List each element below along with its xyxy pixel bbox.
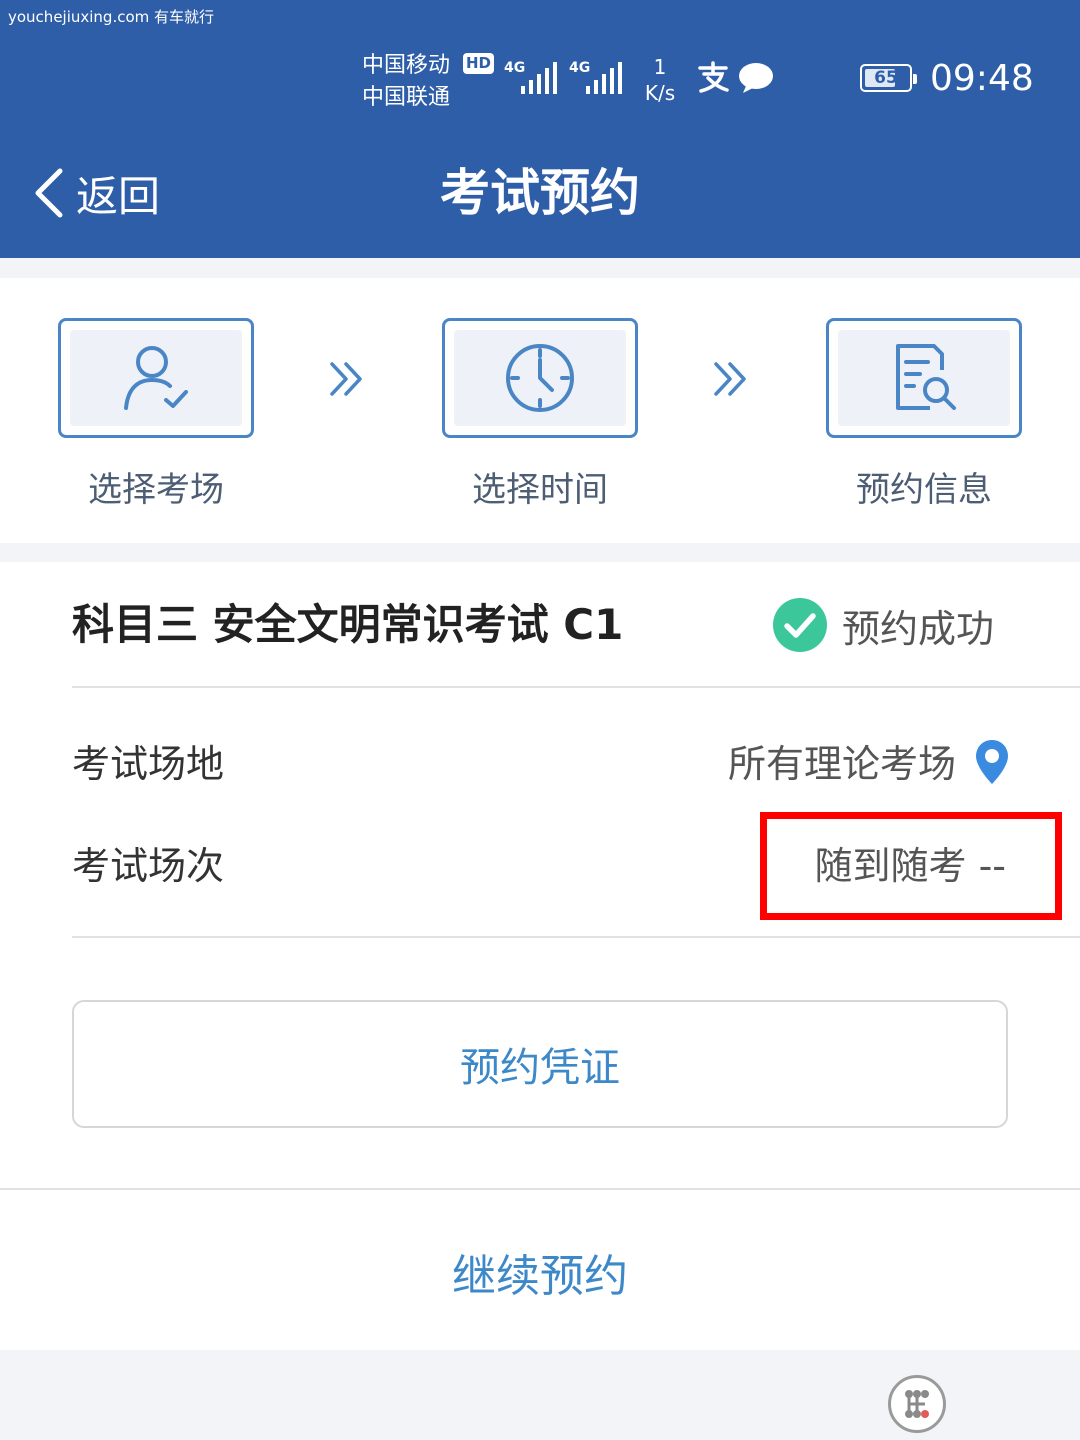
result-card: 科目三 安全文明常识考试 C1 预约成功 考试场地 所有理论考场 考试场次 随到… xyxy=(0,562,1080,1350)
network-type-label-secondary: 4G xyxy=(569,60,590,76)
alipay-icon xyxy=(696,60,730,102)
carrier-secondary: 中国联通 xyxy=(362,85,451,110)
battery-cap xyxy=(913,74,917,84)
wechat-icon xyxy=(739,63,773,93)
voucher-button[interactable]: 预约凭证 xyxy=(72,1000,1008,1128)
back-label: 返回 xyxy=(76,171,161,221)
step-label-info: 预约信息 xyxy=(856,470,992,510)
speed-value: 1 xyxy=(653,55,667,79)
watermark: youchejiuxing.com 有车就行 xyxy=(8,8,215,26)
carrier-primary: 中国移动 xyxy=(362,53,451,78)
session-label: 考试场次 xyxy=(72,844,225,888)
signal-icon-secondary: 4G xyxy=(569,60,622,94)
venue-label: 考试场地 xyxy=(72,742,225,786)
check-circle-icon xyxy=(773,598,827,652)
network-type-label: 4G xyxy=(504,60,525,76)
top-bar: youchejiuxing.com 有车就行 中国移动 中国联通 HD 4G 4… xyxy=(0,0,1080,258)
venue-value: 所有理论考场 xyxy=(727,742,956,786)
highlight-box xyxy=(760,812,1062,920)
steps-panel: 选择考场 选择时间 预约信息 xyxy=(0,278,1080,543)
document-search-icon xyxy=(896,344,956,410)
step-label-time: 选择时间 xyxy=(472,470,608,510)
step-select-time[interactable] xyxy=(442,318,638,438)
battery-level: 65 xyxy=(874,68,898,88)
user-check-icon xyxy=(124,346,188,410)
signal-icon: 4G xyxy=(504,60,557,94)
network-speed: 1 K/s xyxy=(640,54,680,106)
status-time: 09:48 xyxy=(930,58,1034,99)
step-icon-box xyxy=(454,330,626,426)
divider xyxy=(0,1188,1080,1190)
status-badge: 预约成功 xyxy=(772,594,994,656)
step-select-venue[interactable] xyxy=(58,318,254,438)
double-chevron-right-icon xyxy=(714,362,746,396)
step-icon-box xyxy=(838,330,1010,426)
location-pin-icon[interactable] xyxy=(974,738,1010,786)
page-title: 考试预约 xyxy=(440,164,640,222)
double-chevron-right-icon xyxy=(330,362,362,396)
hd-badge: HD xyxy=(463,53,494,74)
step-label-venue: 选择考场 xyxy=(88,470,224,510)
clock-icon xyxy=(506,344,574,412)
divider xyxy=(72,686,1080,688)
step-icon-box xyxy=(70,330,242,426)
status-text: 预约成功 xyxy=(842,606,995,651)
step-booking-info[interactable] xyxy=(826,318,1022,438)
exam-title: 科目三 安全文明常识考试 C1 xyxy=(72,600,624,649)
carrier-info: 中国移动 中国联通 xyxy=(362,50,450,114)
chevron-left-icon xyxy=(35,168,63,218)
divider xyxy=(72,936,1080,938)
continue-booking-button[interactable]: 继续预约 xyxy=(0,1224,1080,1320)
back-button[interactable]: 返回 xyxy=(30,160,160,226)
battery-icon: 65 xyxy=(860,64,917,92)
watermark-logo-icon xyxy=(888,1375,946,1433)
speed-unit: K/s xyxy=(644,81,676,105)
